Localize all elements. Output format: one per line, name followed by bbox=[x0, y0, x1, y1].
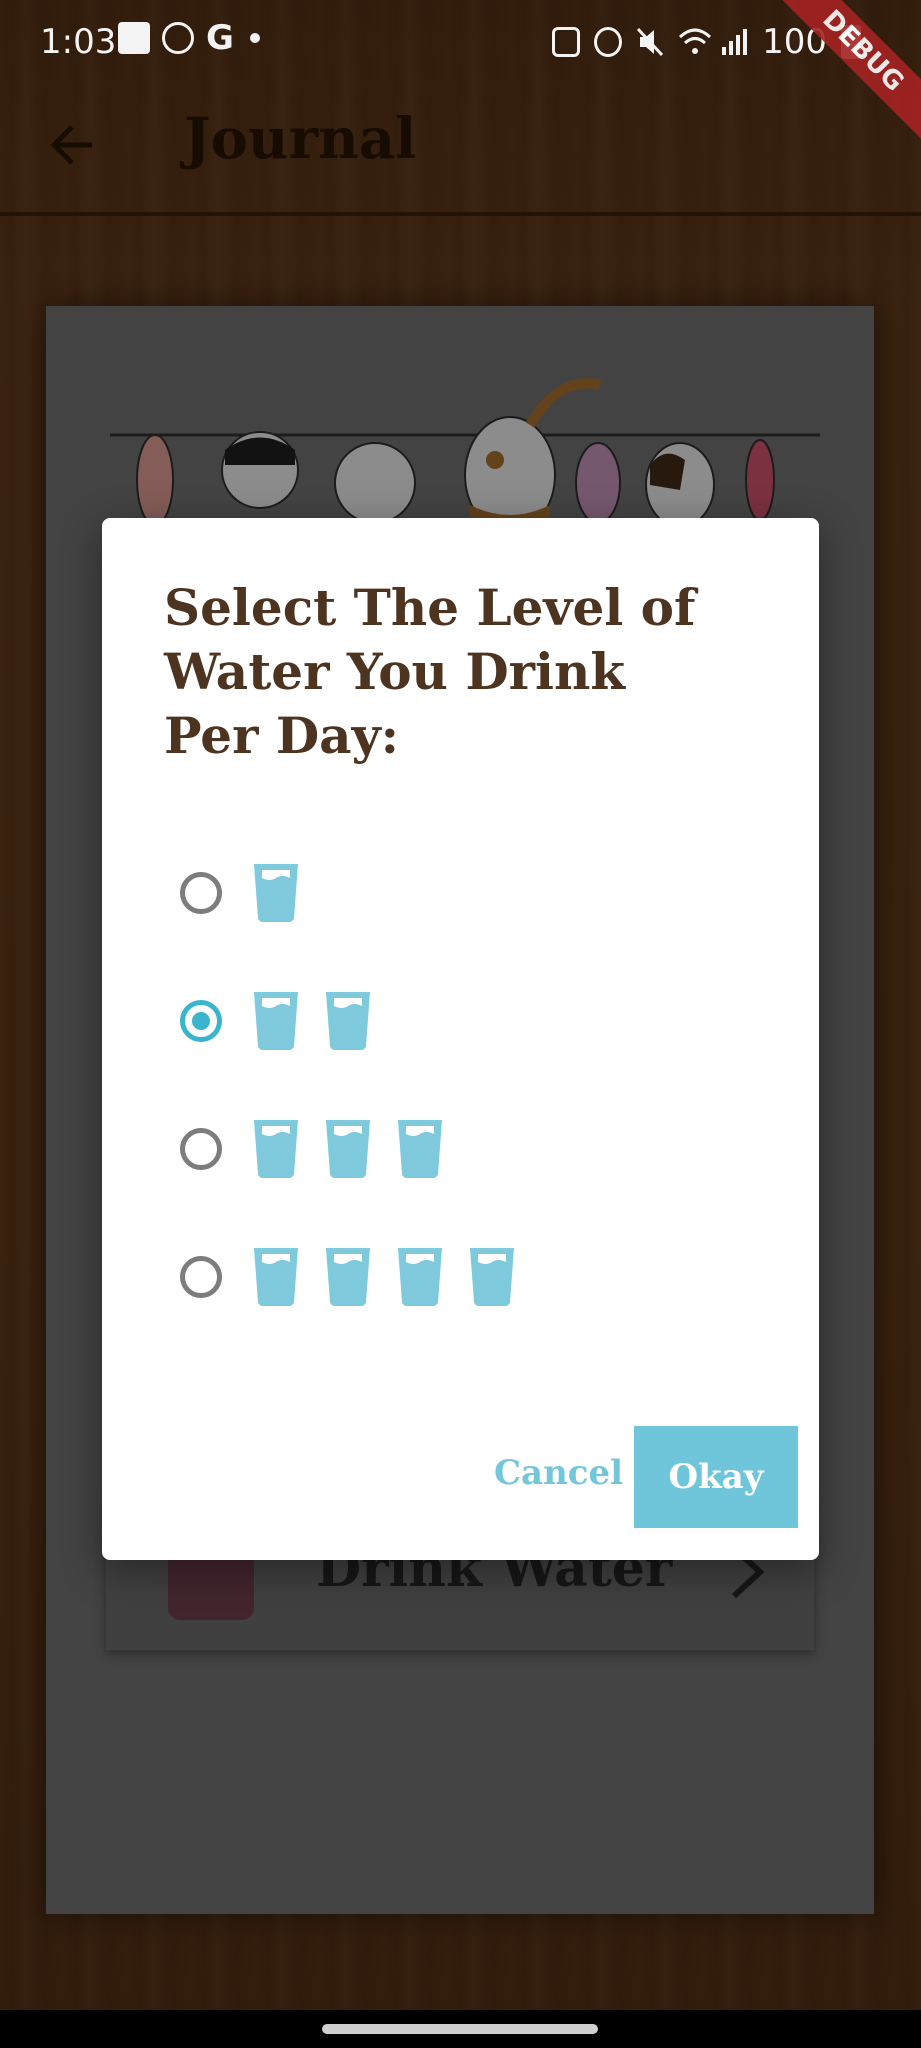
home-handle[interactable] bbox=[322, 2024, 598, 2034]
status-time: 1:03 bbox=[40, 22, 117, 62]
water-glass-icon bbox=[254, 1120, 298, 1178]
okay-button[interactable]: Okay bbox=[634, 1426, 798, 1528]
radio-button[interactable] bbox=[180, 872, 222, 914]
google-icon: G bbox=[206, 18, 234, 58]
glasses-group bbox=[252, 1118, 444, 1180]
water-glass-icon bbox=[254, 1248, 298, 1306]
glasses-group bbox=[252, 990, 372, 1052]
navigation-bar bbox=[0, 2010, 921, 2048]
water-glass-icon bbox=[398, 1248, 442, 1306]
water-glass-icon bbox=[326, 1248, 370, 1306]
glasses-group bbox=[252, 1246, 516, 1308]
alarm-icon bbox=[594, 27, 623, 57]
glasses-group bbox=[252, 862, 300, 924]
option-2-glasses[interactable] bbox=[180, 976, 372, 1066]
status-left-icons: G bbox=[118, 18, 260, 58]
cancel-button[interactable]: Cancel bbox=[494, 1453, 623, 1493]
image-icon bbox=[118, 22, 150, 54]
water-glass-icon bbox=[326, 1120, 370, 1178]
recycle-icon bbox=[552, 27, 581, 57]
wifi-icon bbox=[678, 27, 712, 57]
radio-button[interactable] bbox=[180, 1256, 222, 1298]
signal-icon bbox=[720, 27, 748, 57]
option-1-glass[interactable] bbox=[180, 848, 300, 938]
radio-button[interactable] bbox=[180, 1000, 222, 1042]
dot-icon bbox=[250, 33, 260, 43]
water-glass-icon bbox=[326, 992, 370, 1050]
option-3-glasses[interactable] bbox=[180, 1104, 444, 1194]
water-glass-icon bbox=[470, 1248, 514, 1306]
status-bar: 1:03 G 100 bbox=[0, 0, 921, 88]
radio-button[interactable] bbox=[180, 1128, 222, 1170]
water-glass-icon bbox=[254, 992, 298, 1050]
water-glass-icon bbox=[398, 1120, 442, 1178]
whatsapp-icon bbox=[162, 22, 194, 54]
dialog-title: Select The Level of Water You Drink Per … bbox=[164, 578, 696, 765]
option-4-glasses[interactable] bbox=[180, 1232, 516, 1322]
water-level-dialog: Select The Level of Water You Drink Per … bbox=[102, 518, 819, 1560]
mute-icon bbox=[636, 27, 664, 57]
water-glass-icon bbox=[254, 864, 298, 922]
